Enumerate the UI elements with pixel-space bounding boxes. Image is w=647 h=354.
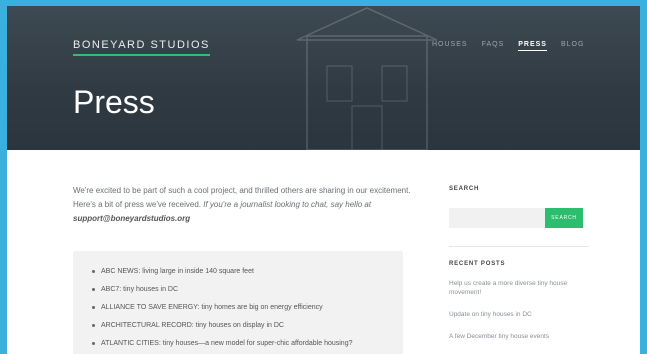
press-title: : living large in inside 140 square feet [138, 268, 254, 275]
intro-journalist: If you're a journalist looking to chat, … [203, 200, 372, 209]
nav-blog[interactable]: BLOG [561, 41, 584, 51]
nav-houses[interactable]: HOUSES [432, 41, 468, 51]
intro-paragraph: We're excited to be part of such a cool … [73, 184, 413, 226]
press-publication[interactable]: ABC7 [101, 286, 119, 293]
press-title: : tiny houses in DC [119, 286, 179, 293]
contact-email[interactable]: support@boneyardstudios.org [73, 214, 190, 223]
hero-header: BONEYARD STUDIOS HOUSES FAQS PRESS BLOG … [7, 6, 640, 150]
recent-posts-list: Help us create a more diverse tiny house… [449, 279, 589, 341]
press-item[interactable]: ABC7: tiny houses in DC [92, 285, 391, 294]
main-nav: HOUSES FAQS PRESS BLOG [432, 41, 584, 51]
press-item[interactable]: Alliance to Save Energy: tiny homes are … [92, 303, 391, 312]
recent-post-link[interactable]: Update on tiny houses in DC [449, 310, 589, 319]
press-publication[interactable]: Atlantic Cities [101, 340, 159, 347]
search-form: SEARCH [449, 208, 589, 228]
house-illustration [296, 7, 438, 150]
recent-post-link[interactable]: A few December tiny house events [449, 332, 589, 341]
nav-faqs[interactable]: FAQS [482, 41, 505, 51]
press-title: : tiny houses on display in DC [191, 322, 284, 329]
nav-press[interactable]: PRESS [518, 41, 547, 51]
page-title: Press [73, 84, 155, 120]
browser-frame: BONEYARD STUDIOS HOUSES FAQS PRESS BLOG … [7, 6, 640, 354]
search-heading: SEARCH [449, 186, 480, 192]
search-input[interactable] [449, 208, 545, 228]
site-logo[interactable]: BONEYARD STUDIOS [73, 39, 210, 56]
press-publication[interactable]: ABC News [101, 268, 138, 275]
press-publication[interactable]: Architectural Record [101, 322, 192, 329]
press-item[interactable]: Atlantic Cities: tiny houses—a new model… [92, 339, 391, 348]
press-list: ABC News: living large in inside 140 squ… [73, 251, 403, 348]
press-item[interactable]: ABC News: living large in inside 140 squ… [92, 267, 391, 276]
sidebar-divider [449, 246, 589, 247]
press-publication[interactable]: Alliance to Save Energy [101, 304, 197, 311]
search-button[interactable]: SEARCH [545, 208, 583, 228]
sidebar: SEARCH SEARCH RECENT POSTS Help us creat… [449, 186, 589, 354]
recent-post-link[interactable]: Help us create a more diverse tiny house… [449, 279, 589, 297]
press-item[interactable]: Architectural Record: tiny houses on dis… [92, 321, 391, 330]
press-list-box: ABC News: living large in inside 140 squ… [73, 251, 403, 354]
press-title: : tiny homes are big on energy efficienc… [197, 304, 323, 311]
recent-posts-heading: RECENT POSTS [449, 261, 506, 267]
press-title: : tiny houses—a new model for super-chic… [158, 340, 353, 347]
